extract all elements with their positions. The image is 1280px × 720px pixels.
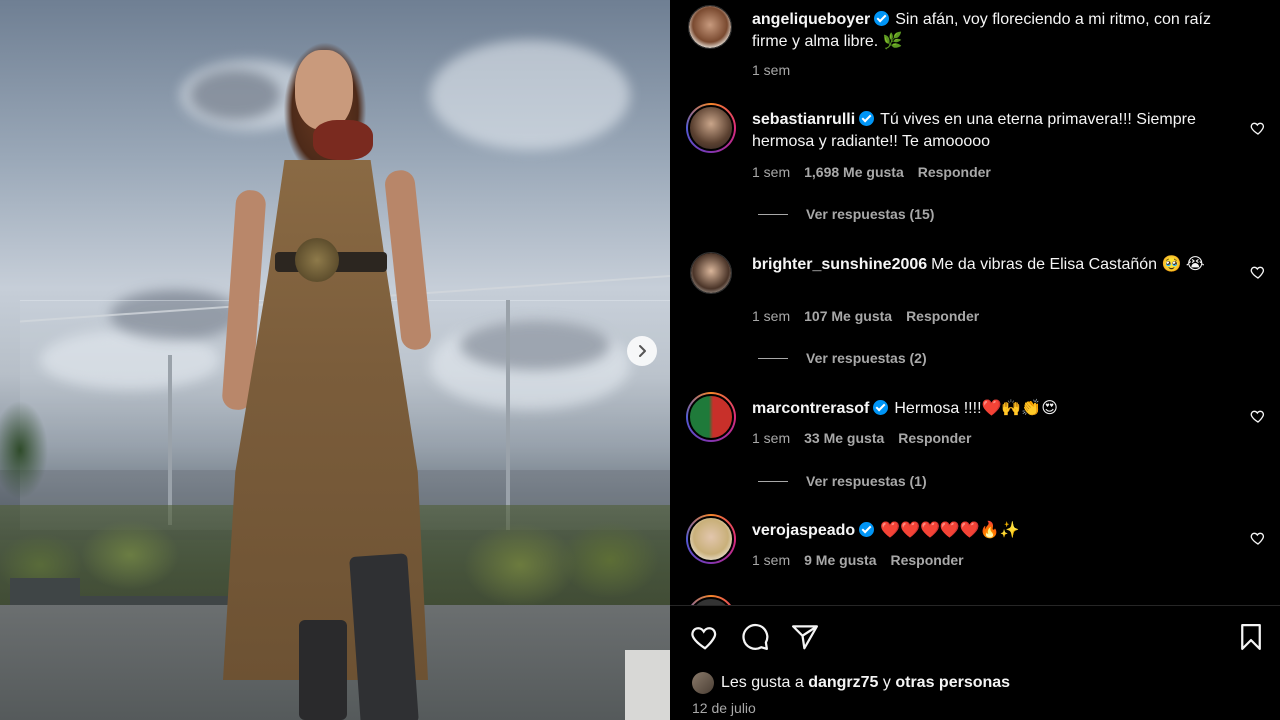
view-replies-button[interactable]: Ver respuestas (1) — [758, 473, 927, 489]
reply-button[interactable]: Responder — [906, 308, 979, 324]
comment-likes[interactable]: 33 Me gusta — [804, 430, 884, 446]
view-replies-button[interactable]: Ver respuestas (15) — [758, 206, 934, 222]
heart-icon[interactable] — [1250, 530, 1266, 546]
caption-username[interactable]: angeliqueboyer — [752, 11, 870, 28]
comment-time: 1 sem — [752, 552, 791, 568]
comment-likes[interactable]: 107 Me gusta — [804, 308, 892, 324]
comment-likes[interactable]: 9 Me gusta — [804, 552, 876, 568]
photo-rail-post — [168, 355, 172, 525]
comments-list: angeliqueboyer Sin afán, voy floreciendo … — [670, 0, 1280, 605]
comment-time: 1 sem — [752, 430, 791, 446]
replies-line — [758, 213, 788, 215]
comment-time: 1 sem — [752, 164, 791, 180]
comments-panel: angeliqueboyer Sin afán, voy floreciendo … — [670, 0, 1280, 720]
verified-badge-icon — [859, 522, 875, 537]
photo-cloud — [430, 40, 630, 150]
comment-text: Hermosa !!!!❤️🙌👏😍 — [894, 400, 1058, 417]
reply-button[interactable]: Responder — [890, 552, 963, 568]
caption-time: 1 sem — [752, 62, 791, 78]
verified-badge-icon — [873, 400, 889, 415]
comment-username[interactable]: brighter_sunshine2006 — [752, 256, 927, 273]
avatar[interactable] — [692, 672, 714, 694]
chevron-right-icon — [639, 345, 646, 357]
avatar[interactable] — [686, 514, 736, 564]
likes-connector: y — [882, 674, 891, 691]
replies-line — [758, 480, 788, 482]
reply-button[interactable]: Responder — [918, 164, 991, 180]
likes-prefix: Les gusta a — [721, 674, 804, 691]
figure-boot — [299, 620, 347, 720]
comment-icon[interactable] — [740, 622, 770, 652]
comment-likes[interactable]: 1,698 Me gusta — [804, 164, 904, 180]
figure-face — [295, 50, 353, 130]
replies-line — [758, 357, 788, 359]
reply-button[interactable]: Responder — [898, 430, 971, 446]
figure-boot — [349, 553, 419, 720]
verified-badge-icon — [874, 11, 890, 26]
bookmark-icon[interactable] — [1236, 622, 1266, 652]
next-photo-button[interactable] — [627, 336, 657, 366]
post-date: 12 de julio — [692, 700, 756, 716]
comment-time: 1 sem — [752, 308, 791, 324]
heart-icon[interactable] — [1250, 408, 1266, 424]
heart-icon[interactable] — [1250, 120, 1266, 136]
comment-username[interactable]: marcontrerasof — [752, 400, 869, 417]
comment-text: Me da vibras de Elisa Castañón 🥹 😭 — [931, 256, 1205, 273]
divider — [670, 605, 1280, 606]
figure-buckle — [295, 238, 339, 282]
likes-others-link[interactable]: otras personas — [895, 674, 1010, 692]
heart-icon[interactable] — [1250, 264, 1266, 280]
verified-badge-icon — [859, 111, 875, 126]
post-photo — [0, 0, 670, 720]
photo-planter — [625, 650, 670, 720]
avatar[interactable] — [686, 103, 736, 153]
likes-summary: Les gusta a dangrz75 y otras personas — [692, 672, 1010, 694]
comment-username[interactable]: sebastianrulli — [752, 111, 855, 128]
figure-scarf — [313, 120, 373, 160]
photo-rail-post — [506, 300, 510, 530]
heart-icon[interactable] — [690, 622, 720, 652]
avatar[interactable] — [688, 5, 732, 49]
view-replies-label: Ver respuestas (2) — [806, 350, 927, 366]
comment-text: ❤️❤️❤️❤️❤️🔥✨ — [880, 522, 1020, 539]
photo-woman-figure — [215, 20, 455, 720]
photo-planter — [10, 578, 80, 608]
avatar[interactable] — [686, 392, 736, 442]
avatar[interactable] — [690, 252, 732, 294]
view-replies-label: Ver respuestas (15) — [806, 206, 935, 222]
view-replies-label: Ver respuestas (1) — [806, 473, 927, 489]
avatar[interactable] — [686, 595, 736, 605]
liked-by-username[interactable]: dangrz75 — [808, 674, 878, 692]
comment-username[interactable]: verojaspeado — [752, 522, 855, 539]
view-replies-button[interactable]: Ver respuestas (2) — [758, 350, 927, 366]
send-icon[interactable] — [790, 622, 820, 652]
